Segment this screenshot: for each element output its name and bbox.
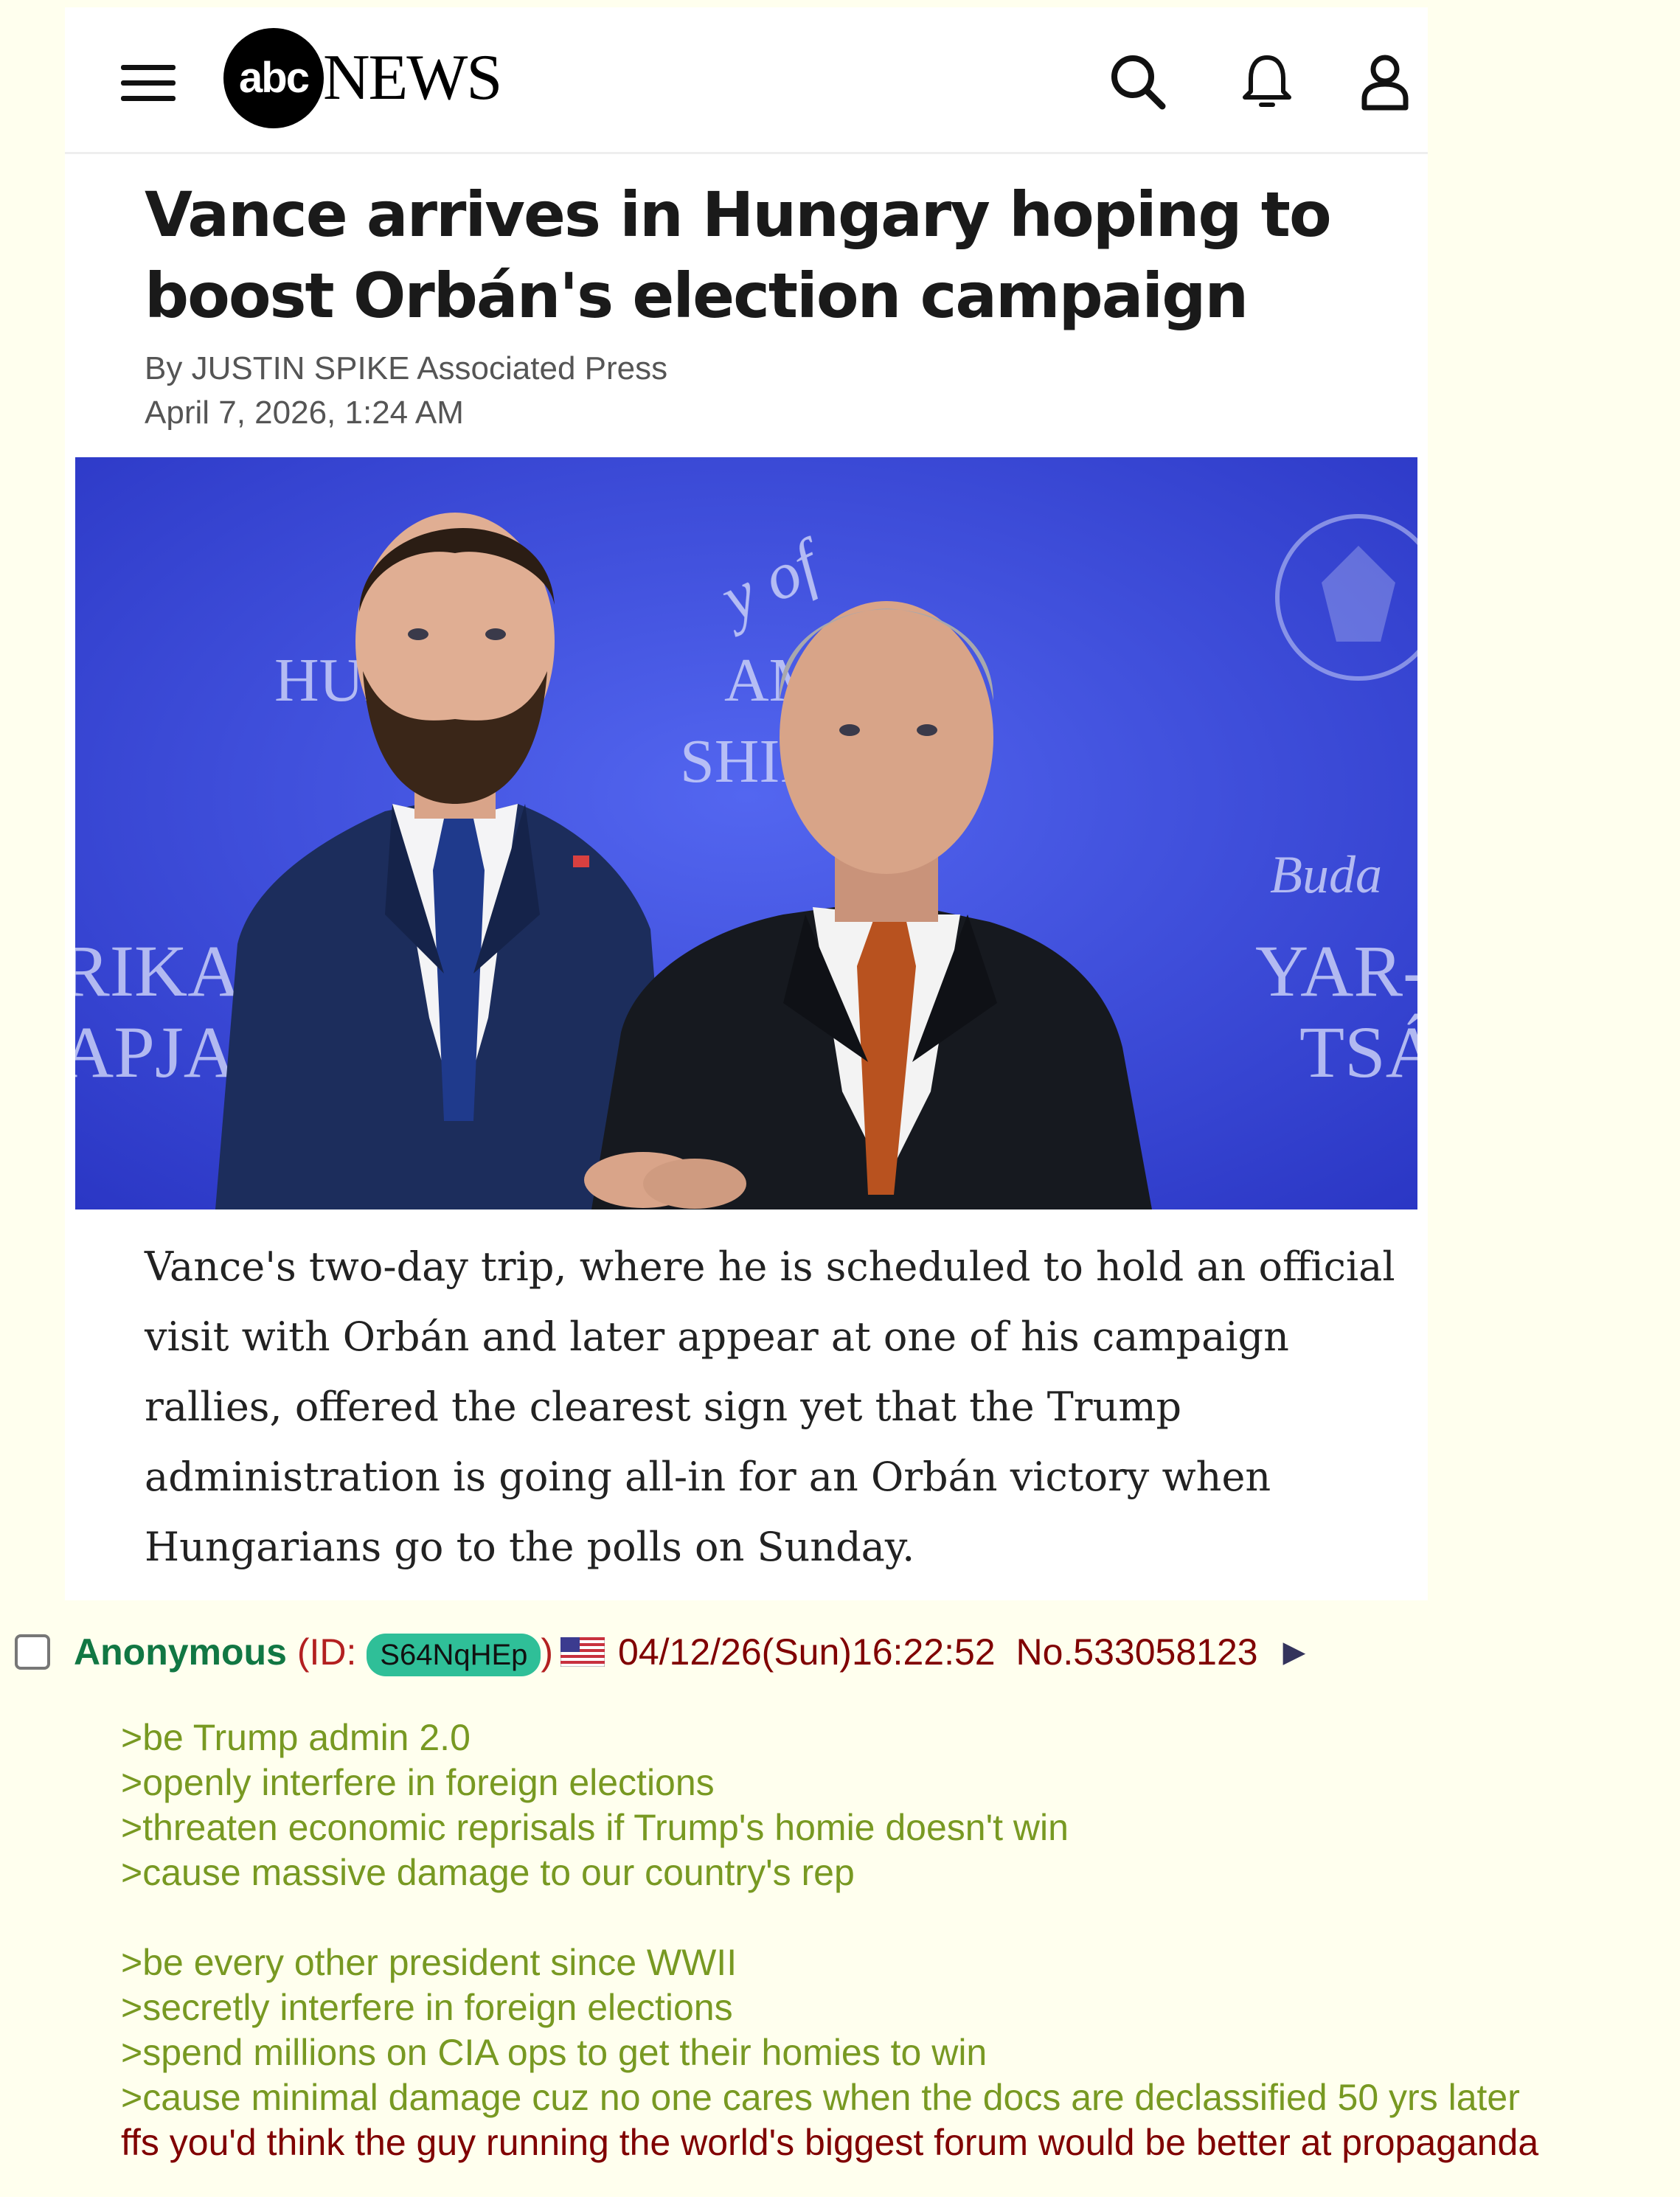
post-comment-line: ffs you'd think the guy running the worl… (121, 2122, 1539, 2163)
post-number-link[interactable]: No.533058123 (1016, 1631, 1257, 1673)
poster-id-prefix: (ID: (296, 1631, 357, 1673)
greentext-line: >cause minimal damage cuz no one cares w… (121, 2077, 1520, 2118)
post-datetime: 04/12/26(Sun)16:22:52 (618, 1631, 996, 1673)
backdrop-text: APJA (75, 1011, 237, 1093)
article-headline: Vance arrives in Hungary hoping to boost… (145, 178, 1332, 332)
post-menu-arrow-icon[interactable]: ▶ (1282, 1636, 1305, 1668)
line-break (121, 1895, 1670, 1940)
poster-name: Anonymous (74, 1631, 287, 1673)
poster-id-suffix: ) (541, 1631, 554, 1673)
article-caption: Vance's two-day trip, where he is schedu… (145, 1243, 1395, 1570)
hamburger-menu-icon[interactable] (121, 60, 178, 105)
backdrop-text: RIKA (75, 930, 240, 1012)
us-flag-icon (560, 1637, 605, 1667)
greentext-line: >cause massive damage to our country's r… (121, 1852, 855, 1893)
greentext-line: >threaten economic reprisals if Trump's … (121, 1807, 1069, 1848)
greentext-line: >be every other president since WWII (121, 1942, 737, 1983)
greentext-line: >be Trump admin 2.0 (121, 1717, 471, 1758)
site-header: abc NEWS (65, 7, 1428, 154)
greentext-line: >secretly interfere in foreign elections (121, 1987, 733, 2028)
greentext-line: >openly interfere in foreign elections (121, 1762, 715, 1803)
post-header: Anonymous (ID: S64NqHEp) 04/12/26(Sun)16… (15, 1620, 1305, 1679)
post-body: >be Trump admin 2.0 >openly interfere in… (121, 1715, 1670, 2165)
article-byline: By JUSTIN SPIKE Associated Press (145, 350, 668, 386)
user-icon[interactable] (1354, 50, 1416, 112)
article-screenshot: abc NEWS Vance arrives in Hungary hoping… (65, 7, 1428, 1600)
greentext-line: >spend millions on CIA ops to get their … (121, 2032, 987, 2073)
bell-icon[interactable] (1236, 50, 1298, 112)
article-photo: HUNGA AME SHIP RIKA APJA Buda YAR-A TSÁ … (75, 457, 1417, 1209)
search-icon[interactable] (1106, 50, 1168, 112)
abc-logo[interactable]: abc (223, 28, 324, 128)
poster-id-wrapper: (ID: S64NqHEp) (296, 1631, 554, 1676)
backdrop-text: Buda (1270, 845, 1382, 904)
post-select-checkbox[interactable] (15, 1634, 50, 1670)
poster-id-badge[interactable]: S64NqHEp (367, 1633, 541, 1676)
article-date: April 7, 2026, 1:24 AM (145, 395, 464, 431)
backdrop-text: TSÁ (1299, 1011, 1417, 1093)
backdrop-text: YAR-A (1255, 930, 1417, 1012)
news-logo-text[interactable]: NEWS (323, 43, 502, 114)
